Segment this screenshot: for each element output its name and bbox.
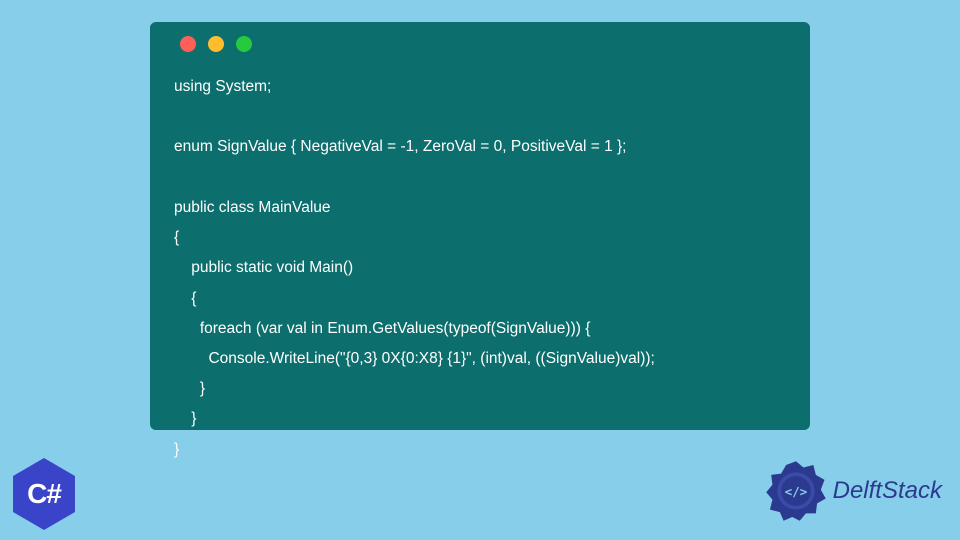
code-line: } bbox=[174, 441, 179, 458]
minimize-icon[interactable] bbox=[208, 36, 224, 52]
maximize-icon[interactable] bbox=[236, 36, 252, 52]
delftstack-logo: </> DelftStack bbox=[765, 460, 942, 522]
code-line: enum SignValue { NegativeVal = -1, ZeroV… bbox=[174, 138, 627, 155]
code-window: using System; enum SignValue { NegativeV… bbox=[150, 22, 810, 430]
delftstack-label: DelftStack bbox=[833, 477, 942, 505]
code-line: public class MainValue bbox=[174, 199, 331, 216]
window-controls bbox=[180, 36, 786, 52]
gear-icon: </> bbox=[765, 460, 827, 522]
code-line: Console.WriteLine("{0,3} 0X{0:X8} {1}", … bbox=[174, 350, 655, 367]
code-line: } bbox=[174, 380, 205, 397]
code-line: foreach (var val in Enum.GetValues(typeo… bbox=[174, 320, 590, 337]
code-block: using System; enum SignValue { NegativeV… bbox=[174, 72, 786, 465]
code-line: } bbox=[174, 410, 196, 427]
code-line: { bbox=[174, 229, 179, 246]
code-line: using System; bbox=[174, 78, 271, 95]
csharp-hexagon-icon: C# bbox=[8, 458, 80, 530]
close-icon[interactable] bbox=[180, 36, 196, 52]
csharp-label: C# bbox=[27, 478, 61, 510]
code-line: public static void Main() bbox=[174, 259, 353, 276]
code-line: { bbox=[174, 290, 196, 307]
svg-text:</>: </> bbox=[784, 484, 806, 499]
csharp-badge: C# bbox=[8, 458, 80, 530]
